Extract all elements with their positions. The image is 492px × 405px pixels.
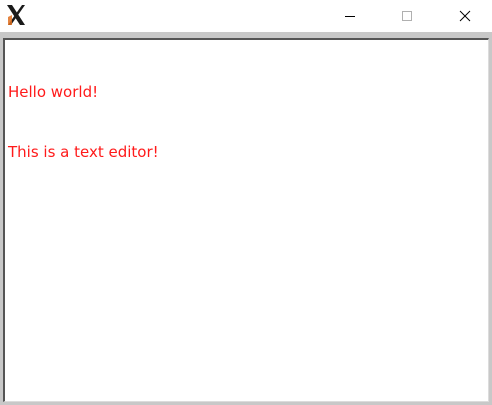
text-editor-content[interactable]: Hello world! This is a text editor! [5,40,488,401]
x-logo-icon[interactable] [4,3,28,27]
close-icon [459,10,471,22]
window-frame: Hello world! This is a text editor! [0,32,492,405]
close-button[interactable] [443,0,487,32]
editor-line[interactable]: This is a text editor! [8,142,485,162]
maximize-icon [401,10,413,22]
title-bar[interactable] [0,0,492,32]
maximize-button[interactable] [385,0,429,32]
text-editor-area[interactable]: Hello world! This is a text editor! [3,38,489,402]
application-window: Hello world! This is a text editor! [0,0,492,405]
minimize-icon [344,10,356,22]
minimize-button[interactable] [328,0,372,32]
editor-line[interactable]: Hello world! [8,82,485,102]
